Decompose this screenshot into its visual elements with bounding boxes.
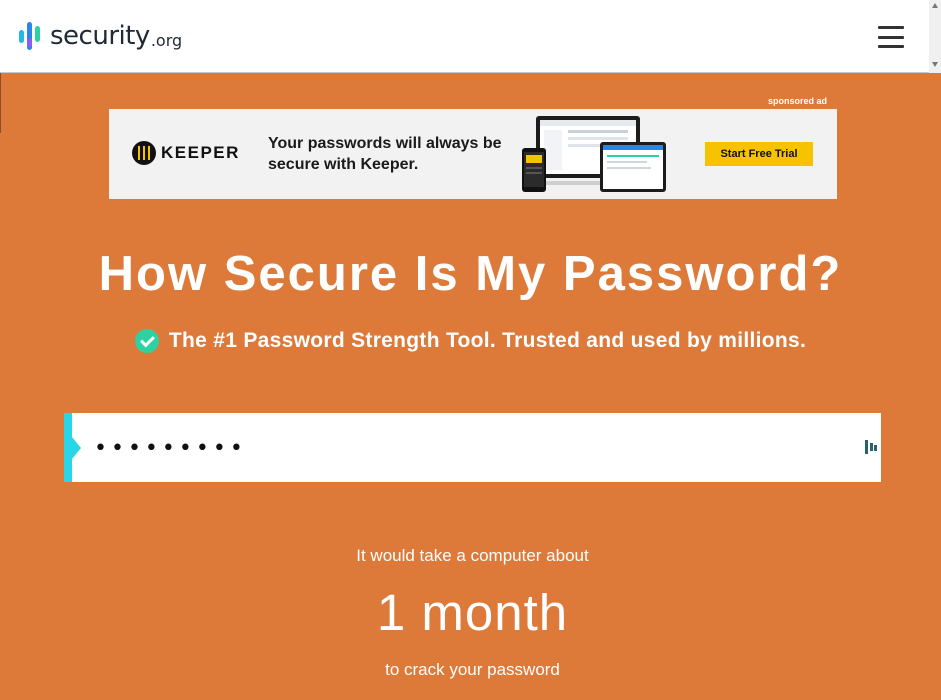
window-edge xyxy=(0,73,1,133)
subtitle-text: The #1 Password Strength Tool. Trusted a… xyxy=(168,329,807,352)
site-header: security .org xyxy=(0,0,941,73)
scroll-up-icon[interactable] xyxy=(932,3,938,8)
security-logo-icon xyxy=(19,22,40,50)
logo-tld: .org xyxy=(150,30,183,50)
keeper-logo-icon xyxy=(132,141,156,165)
keeper-brand: KEEPER xyxy=(161,143,240,162)
scroll-down-icon[interactable] xyxy=(932,62,938,67)
ad-headline: Your passwords will always be secure wit… xyxy=(268,135,502,173)
field-accent-bar xyxy=(64,413,72,482)
result-prefix: It would take a computer about xyxy=(356,546,589,565)
logo-text: security xyxy=(50,21,150,51)
scrollbar[interactable] xyxy=(929,0,941,73)
password-field-container xyxy=(64,413,881,482)
password-manager-icon[interactable] xyxy=(865,440,877,454)
site-logo[interactable]: security .org xyxy=(18,19,182,53)
password-input[interactable] xyxy=(92,429,836,467)
start-free-trial-button[interactable]: Start Free Trial xyxy=(705,142,813,166)
sponsored-label: sponsored ad xyxy=(768,96,828,106)
result-suffix: to crack your password xyxy=(385,660,560,679)
crack-time: 1 month xyxy=(376,584,569,641)
subtitle: The #1 Password Strength Tool. Trusted a… xyxy=(0,329,941,353)
check-circle-icon xyxy=(134,329,159,353)
field-arrow-icon xyxy=(72,437,81,459)
page-title: How Secure Is My Password? xyxy=(98,247,843,301)
keeper-ad-banner[interactable]: KEEPER Your passwords will always be sec… xyxy=(109,109,837,199)
keeper-logo: KEEPER xyxy=(132,141,240,165)
hamburger-menu-icon[interactable] xyxy=(878,26,904,48)
devices-image xyxy=(522,116,666,192)
